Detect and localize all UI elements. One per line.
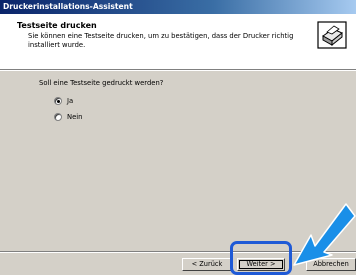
question-label: Soll eine Testseite gedruckt werden? [39,79,164,87]
radio-label-ja[interactable]: Ja [67,97,73,105]
page-description: Sie können eine Testseite drucken, um zu… [28,32,294,49]
header-divider [0,70,356,71]
printer-icon [317,21,347,49]
radio-option-ja[interactable]: Ja [54,97,73,105]
radio-label-nein[interactable]: Nein [67,113,82,121]
next-button-highlight [230,241,292,275]
radio-button-ja[interactable] [54,97,62,105]
pointer-arrow-icon [293,203,356,266]
radio-button-nein[interactable] [54,113,62,121]
window-title: Druckerinstallations-Assistent [3,2,133,11]
radio-option-nein[interactable]: Nein [54,113,82,121]
title-bar: Druckerinstallations-Assistent [0,0,356,14]
page-title: Testseite drucken [17,21,97,30]
back-button[interactable]: < Zurück [182,258,232,271]
wizard-header: Testseite drucken Sie können eine Testse… [0,14,356,70]
